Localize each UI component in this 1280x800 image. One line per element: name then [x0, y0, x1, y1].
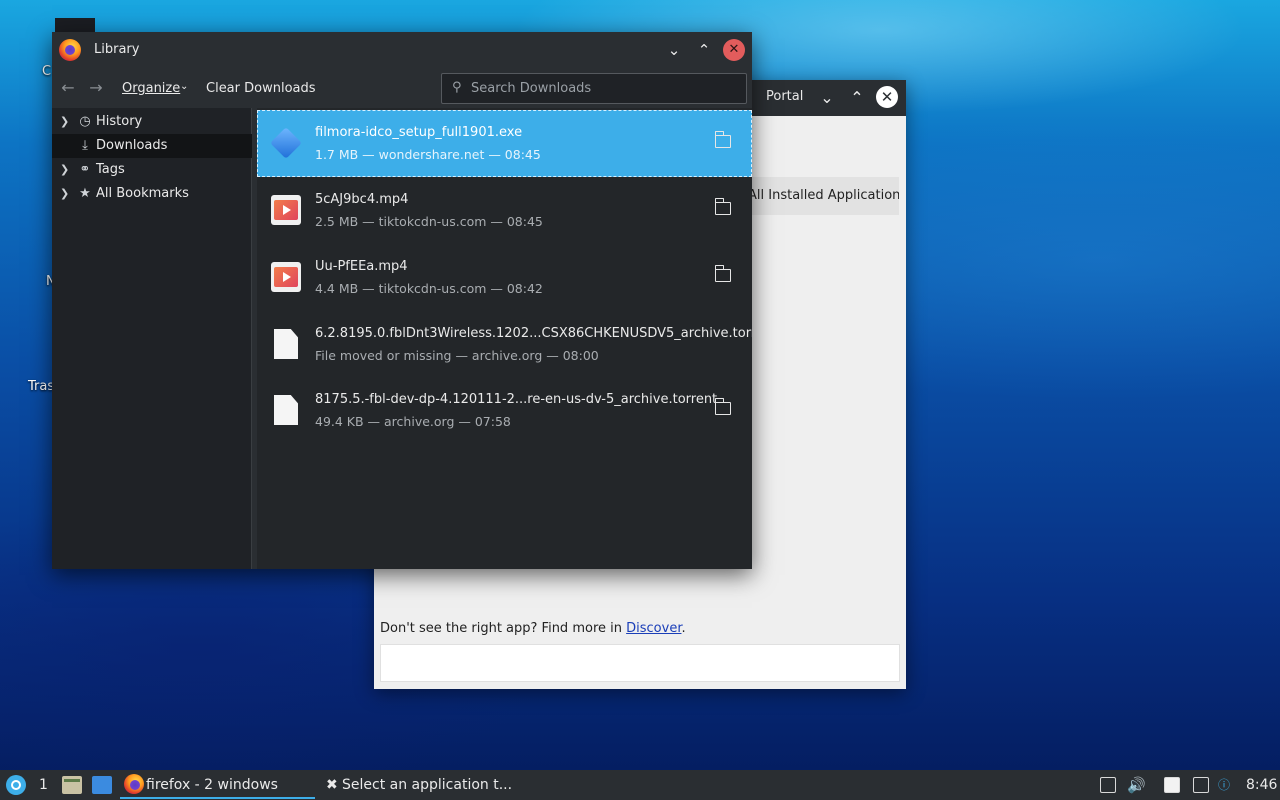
file-icon — [274, 329, 298, 359]
sidebar-item-all-bookmarks[interactable]: ❯ ★ All Bookmarks — [52, 182, 252, 206]
notification-icon[interactable]: ⓘ — [1218, 770, 1230, 800]
task-firefox[interactable]: firefox - 2 windows — [146, 770, 278, 800]
minimize-button[interactable]: ⌄ — [663, 39, 685, 61]
download-name: 5cAJ9bc4.mp4 — [315, 192, 409, 207]
discover-text: Don't see the right app? Find more in — [380, 621, 627, 636]
application-launcher-icon[interactable] — [6, 775, 26, 795]
firefox-icon — [59, 39, 81, 61]
download-item[interactable]: 5cAJ9bc4.mp4 2.5 MB — tiktokcdn-us.com —… — [257, 177, 752, 244]
folder-icon[interactable] — [714, 131, 731, 148]
executable-icon — [270, 127, 302, 159]
tray-expand-icon[interactable] — [1100, 777, 1116, 793]
close-button[interactable]: ✕ — [876, 86, 898, 108]
discover-suffix: . — [681, 621, 686, 636]
desktop-label: Tras — [28, 379, 55, 394]
back-arrow-icon[interactable]: ← — [58, 78, 78, 98]
library-sidebar: ❯ ◷ History ⤓ Downloads ❯ ⚭ Tags ❯ ★ All… — [52, 108, 252, 569]
search-icon: ⚲ — [452, 80, 462, 95]
folder-icon[interactable] — [714, 398, 731, 415]
chevron-right-icon[interactable]: ❯ — [60, 182, 69, 206]
sidebar-item-label: All Bookmarks — [96, 186, 189, 201]
search-input[interactable]: ⚲ Search Downloads — [441, 73, 747, 104]
download-item[interactable]: 6.2.8195.0.fblDnt3Wireless.1202...CSX86C… — [257, 311, 752, 378]
maximize-button[interactable]: ⌃ — [693, 39, 715, 61]
search-placeholder: Search Downloads — [471, 81, 592, 96]
window-titlebar[interactable]: Library ⌄ ⌃ ✕ — [52, 32, 752, 68]
download-icon: ⤓ — [82, 138, 88, 153]
clock-icon: ◷ — [79, 114, 91, 129]
star-icon: ★ — [79, 186, 91, 201]
download-item[interactable]: 8175.5.-fbl-dev-dp-4.120111-2...re-en-us… — [257, 377, 752, 444]
file-icon — [274, 395, 298, 425]
clear-downloads-button[interactable]: Clear Downloads — [206, 81, 316, 96]
chevron-right-icon[interactable]: ❯ — [60, 110, 69, 134]
download-name: 8175.5.-fbl-dev-dp-4.120111-2...re-en-us… — [315, 392, 718, 407]
list-item[interactable]: All Installed Applications — [744, 177, 899, 215]
discover-link[interactable]: Discover — [626, 621, 681, 636]
firefox-icon — [124, 774, 144, 794]
download-item[interactable]: filmora-idco_setup_full1901.exe 1.7 MB —… — [257, 110, 752, 177]
chevron-right-icon[interactable]: ❯ — [60, 158, 69, 182]
sidebar-item-downloads[interactable]: ⤓ Downloads — [52, 134, 252, 158]
download-name: Uu-PfEEa.mp4 — [315, 259, 408, 274]
sidebar-item-tags[interactable]: ❯ ⚭ Tags — [52, 158, 252, 182]
library-toolbar: ← → Organize ⌄ Clear Downloads ⚲ Search … — [52, 68, 752, 108]
maximize-button[interactable]: ⌃ — [846, 87, 868, 109]
discover-hint: Don't see the right app? Find more in Di… — [380, 621, 686, 636]
volume-icon[interactable]: 🔊 — [1127, 770, 1146, 800]
video-file-icon — [271, 262, 301, 292]
sidebar-item-label: Downloads — [96, 138, 168, 153]
window-title: Portal — [766, 89, 804, 104]
application-input[interactable] — [380, 644, 900, 682]
folder-icon[interactable] — [714, 198, 731, 215]
forward-arrow-icon[interactable]: → — [86, 78, 106, 98]
close-icon: ✖ — [326, 777, 338, 793]
folder-icon[interactable] — [714, 265, 731, 282]
download-meta: 1.7 MB — wondershare.net — 08:45 — [315, 147, 541, 162]
download-name: filmora-idco_setup_full1901.exe — [315, 125, 523, 140]
taskbar: 1 firefox - 2 windows ✖ Select an applic… — [0, 770, 1280, 800]
window-title: Library — [94, 42, 140, 57]
video-file-icon — [271, 195, 301, 225]
sidebar-item-history[interactable]: ❯ ◷ History — [52, 110, 252, 134]
tag-icon: ⚭ — [79, 162, 91, 177]
task-select-application[interactable]: Select an application t... — [342, 770, 512, 800]
download-meta: File moved or missing — archive.org — 08… — [315, 348, 599, 363]
download-meta: 49.4 KB — archive.org — 07:58 — [315, 414, 511, 429]
sidebar-item-label: History — [96, 114, 143, 129]
sidebar-item-label: Tags — [96, 162, 125, 177]
clock[interactable]: 8:46 — [1246, 770, 1277, 800]
virtual-desktop-pager[interactable]: 1 — [39, 770, 48, 800]
download-item[interactable]: Uu-PfEEa.mp4 4.4 MB — tiktokcdn-us.com —… — [257, 244, 752, 311]
chevron-down-icon: ⌄ — [180, 81, 189, 92]
show-desktop-icon[interactable] — [92, 776, 112, 794]
active-task-indicator — [120, 797, 315, 799]
download-meta: 4.4 MB — tiktokcdn-us.com — 08:42 — [315, 281, 543, 296]
file-manager-icon[interactable] — [62, 776, 82, 794]
minimize-button[interactable]: ⌄ — [816, 87, 838, 109]
library-window: Library ⌄ ⌃ ✕ ← → Organize ⌄ Clear Downl… — [52, 32, 752, 569]
download-meta: 2.5 MB — tiktokcdn-us.com — 08:45 — [315, 214, 543, 229]
organize-menu-button[interactable]: Organize — [122, 81, 180, 96]
network-icon[interactable] — [1193, 777, 1209, 793]
downloads-list: filmora-idco_setup_full1901.exe 1.7 MB —… — [257, 108, 752, 569]
download-name: 6.2.8195.0.fblDnt3Wireless.1202...CSX86C… — [315, 326, 752, 341]
desktop-label: C — [42, 64, 52, 79]
close-button[interactable]: ✕ — [723, 39, 745, 61]
clipboard-icon[interactable] — [1164, 777, 1180, 793]
